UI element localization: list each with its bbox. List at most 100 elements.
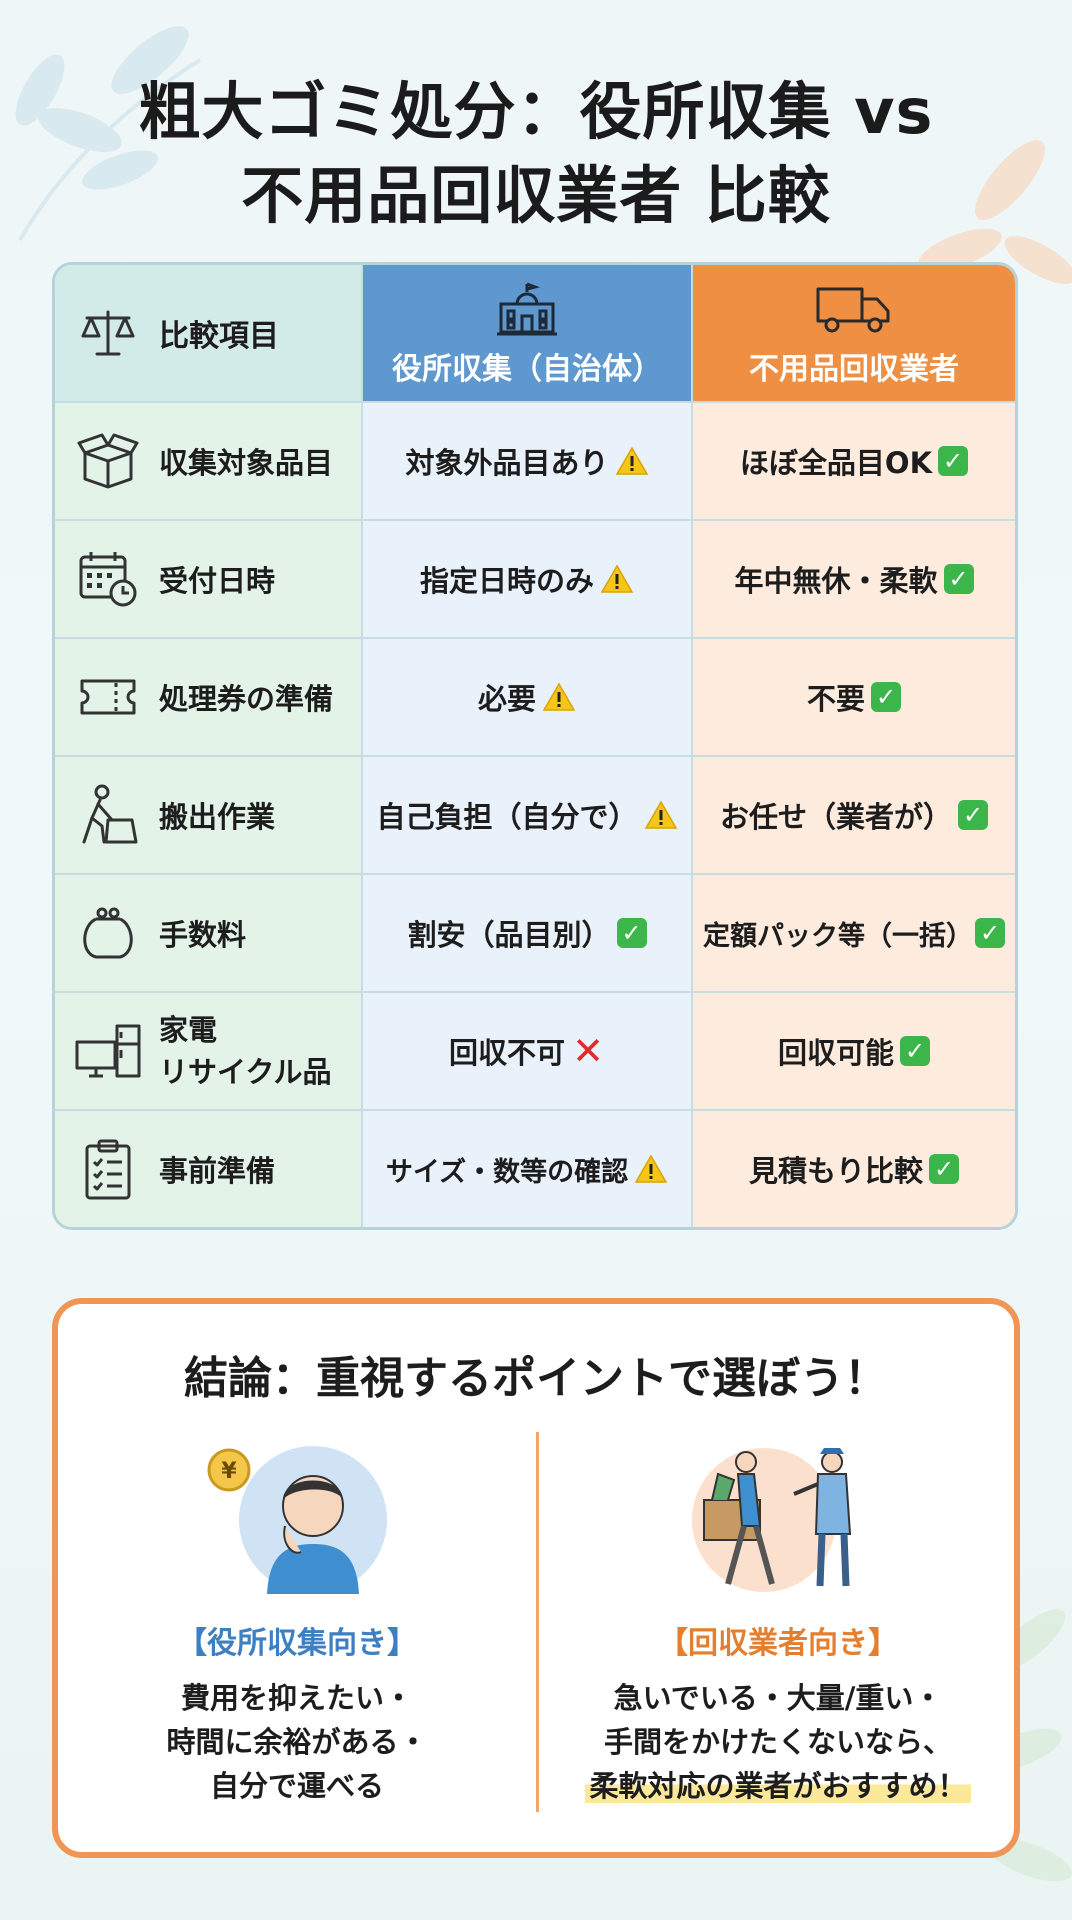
row-label: 搬出作業 <box>159 800 276 834</box>
check-icon: ✓ <box>616 918 647 948</box>
table-row: 処理券の準備 必要 不要 ✓ <box>55 637 1015 755</box>
movers-carrying-box-icon <box>539 1434 1017 1594</box>
city-value: 指定日時のみ <box>419 564 594 598</box>
header-item-label: 比較項目 <box>159 319 279 354</box>
city-recommend-heading: 【役所収集向き】 <box>177 1626 417 1661</box>
header-item-cell: 比較項目 <box>55 265 363 401</box>
ticket-icon <box>75 664 141 730</box>
check-icon: ✓ <box>871 682 901 712</box>
box-icon <box>75 428 141 494</box>
vendor-value-cell: 年中無休・柔軟 ✓ <box>693 521 1015 637</box>
vendor-value-cell: 見積もり比較 ✓ <box>693 1111 1015 1227</box>
city-hall-icon <box>495 278 559 340</box>
check-icon: ✓ <box>900 1036 930 1066</box>
thinking-person-icon: ¥ <box>58 1434 536 1594</box>
comparison-table: 比較項目 役所収集（自治体） 不用品回収業者 収集対象品目 対象外品目あり ほぼ… <box>52 262 1018 1230</box>
city-value: 必要 <box>477 682 536 716</box>
city-value-cell: 割安（品目別） ✓ <box>363 875 693 991</box>
city-recommend-text: 費用を抑えたい・ 時間に余裕がある・ 自分で運べる <box>58 1676 536 1808</box>
city-value: 対象外品目あり <box>405 446 609 480</box>
city-value-cell: 自己負担（自分で） <box>363 757 693 873</box>
vendor-value: 年中無休・柔軟 <box>734 564 938 598</box>
vendor-value-cell: 不要 ✓ <box>693 639 1015 755</box>
person-carrying-icon <box>75 782 141 848</box>
city-recommend-line: 費用を抑えたい・ <box>180 1681 413 1715</box>
row-label-cell: 事前準備 <box>55 1111 363 1227</box>
conclusion-title: 結論：重視するポイントで選ぼう！ <box>184 1353 888 1404</box>
coin-purse-icon <box>75 900 141 966</box>
table-row: 手数料 割安（品目別） ✓ 定額パック等（一括） ✓ <box>55 873 1015 991</box>
title-line-1: 粗大ゴミ処分：役所収集 vs <box>138 75 934 148</box>
vendor-value: 回収可能 <box>777 1036 894 1070</box>
vendor-value: お任せ（業者が） <box>719 800 952 834</box>
warning-icon <box>615 446 649 476</box>
conclusion-vendor-column: 【回収業者向き】 急いでいる・大量/重い・ 手間をかけたくないなら、 柔軟対応の… <box>539 1434 1017 1808</box>
vendor-recommend-text: 急いでいる・大量/重い・ 手間をかけたくないなら、 柔軟対応の業者がおすすめ！ <box>539 1676 1017 1808</box>
vendor-value: ほぼ全品目OK <box>739 446 933 480</box>
vendor-value-cell: ほぼ全品目OK ✓ <box>693 403 1015 519</box>
table-header-row: 比較項目 役所収集（自治体） 不用品回収業者 <box>55 265 1015 401</box>
row-label-cell: 搬出作業 <box>55 757 363 873</box>
warning-icon <box>542 682 576 712</box>
table-row: 搬出作業 自己負担（自分で） お任せ（業者が） ✓ <box>55 755 1015 873</box>
row-label-cell: 処理券の準備 <box>55 639 363 755</box>
vendor-recommend-line: 急いでいる・大量/重い・ <box>613 1681 943 1715</box>
row-label-cell: 手数料 <box>55 875 363 991</box>
clipboard-checklist-icon <box>75 1136 141 1202</box>
header-city-cell: 役所収集（自治体） <box>363 265 693 401</box>
row-label-line-1: 家電 <box>159 1013 218 1047</box>
city-recommend-line: 自分で運べる <box>209 1769 384 1803</box>
calendar-clock-icon <box>75 546 141 612</box>
scale-icon <box>75 300 141 366</box>
city-value-cell: 必要 <box>363 639 693 755</box>
row-label: 手数料 <box>159 918 247 952</box>
warning-icon <box>644 800 678 830</box>
table-row: 収集対象品目 対象外品目あり ほぼ全品目OK ✓ <box>55 401 1015 519</box>
row-label-line-2: リサイクル品 <box>159 1055 332 1089</box>
truck-icon <box>815 278 893 340</box>
check-icon: ✓ <box>929 1154 959 1184</box>
row-label: 事前準備 <box>159 1154 276 1188</box>
warning-icon <box>634 1154 668 1184</box>
check-icon: ✓ <box>975 918 1005 948</box>
vendor-value: 不要 <box>806 682 865 716</box>
conclusion-city-column: ¥ 【役所収集向き】 費用を抑えたい・ 時間に余裕がある・ 自分で運べる <box>58 1434 536 1808</box>
city-recommend-line: 時間に余裕がある・ <box>166 1725 428 1759</box>
conclusion-panel: 結論：重視するポイントで選ぼう！ ¥ 【役所収集向き】 費用を抑えたい・ 時間に… <box>52 1298 1020 1858</box>
warning-icon <box>600 564 634 594</box>
page-title: 粗大ゴミ処分：役所収集 vs 不用品回収業者 比較 <box>0 70 1072 238</box>
row-label: 受付日時 <box>159 564 276 598</box>
vendor-value: 定額パック等（一括） <box>703 920 973 952</box>
vendor-value-cell: 回収可能 ✓ <box>693 993 1015 1109</box>
city-value-cell: サイズ・数等の確認 <box>363 1111 693 1227</box>
header-vendor-cell: 不用品回収業者 <box>693 265 1015 401</box>
city-value: サイズ・数等の確認 <box>385 1156 629 1188</box>
table-row: 受付日時 指定日時のみ 年中無休・柔軟 ✓ <box>55 519 1015 637</box>
vendor-value: 見積もり比較 <box>748 1154 923 1188</box>
header-vendor-label: 不用品回収業者 <box>749 352 959 387</box>
city-value-cell: 回収不可 ✕ <box>363 993 693 1109</box>
row-label: 収集対象品目 <box>159 446 334 480</box>
city-value-cell: 対象外品目あり <box>363 403 693 519</box>
vendor-value-cell: お任せ（業者が） ✓ <box>693 757 1015 873</box>
check-icon: ✓ <box>938 446 969 476</box>
row-label-cell: 受付日時 <box>55 521 363 637</box>
table-row: 事前準備 サイズ・数等の確認 見積もり比較 ✓ <box>55 1109 1015 1227</box>
city-value: 自己負担（自分で） <box>376 800 638 834</box>
vendor-value-cell: 定額パック等（一括） ✓ <box>693 875 1015 991</box>
city-value-cell: 指定日時のみ <box>363 521 693 637</box>
row-label-cell: 収集対象品目 <box>55 403 363 519</box>
vendor-recommend-highlight: 柔軟対応の業者がおすすめ！ <box>585 1769 971 1803</box>
row-label: 家電 リサイクル品 <box>159 1009 332 1093</box>
table-row: 家電 リサイクル品 回収不可 ✕ 回収可能 ✓ <box>55 991 1015 1109</box>
svg-text:¥: ¥ <box>221 1459 237 1484</box>
vendor-recommend-heading: 【回収業者向き】 <box>658 1626 898 1661</box>
check-icon: ✓ <box>943 564 974 594</box>
vendor-recommend-line: 手間をかけたくないなら、 <box>603 1725 952 1759</box>
city-value: 回収不可 <box>448 1036 565 1070</box>
row-label-cell: 家電 リサイクル品 <box>55 993 363 1109</box>
check-icon: ✓ <box>958 800 988 830</box>
cross-icon: ✕ <box>572 1029 604 1073</box>
city-value: 割安（品目別） <box>407 918 611 952</box>
row-label: 処理券の準備 <box>159 682 334 716</box>
